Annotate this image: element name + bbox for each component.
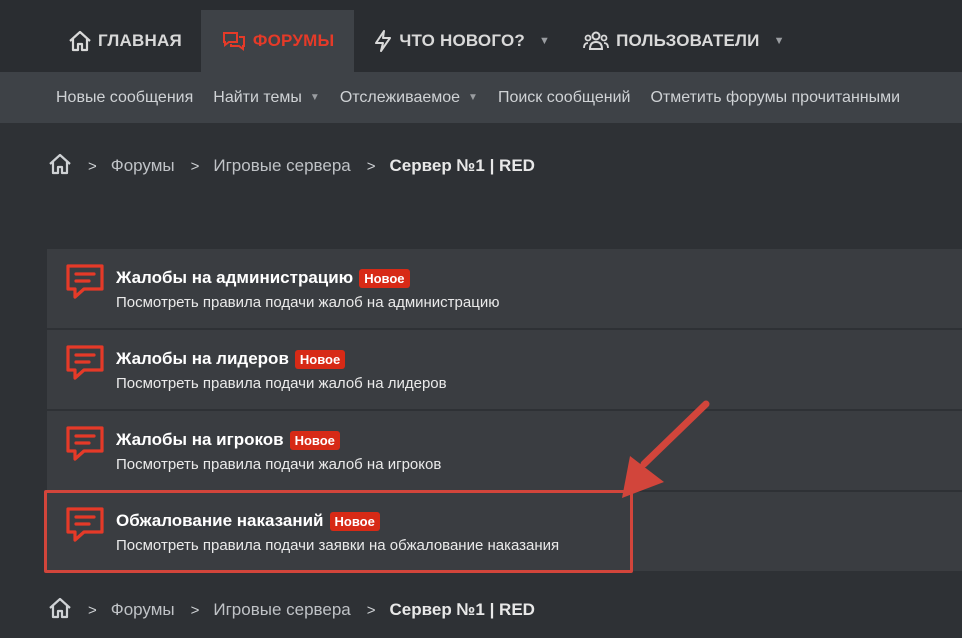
subnav-watched[interactable]: Отслеживаемое ▼ <box>340 89 478 107</box>
forum-row[interactable]: Жалобы на лидеров Новое Посмотреть правил… <box>47 330 962 411</box>
top-nav: ГЛАВНАЯ ФОРУМЫ ЧТО НОВОГО? ▼ ПОЛЬЗОВАТЕЛ… <box>0 0 962 72</box>
forum-title[interactable]: Жалобы на лидеров Новое <box>116 349 346 369</box>
forum-description[interactable]: Посмотреть правила подачи заявки на обжа… <box>116 537 559 554</box>
subnav-mark-read[interactable]: Отметить форумы прочитанными <box>650 89 900 107</box>
chevron-right-icon: > <box>366 157 376 175</box>
forum-title[interactable]: Жалобы на администрацию Новое <box>116 268 410 288</box>
chevron-down-icon[interactable]: ▼ <box>539 35 550 47</box>
home-icon[interactable] <box>48 153 72 180</box>
tab-home[interactable]: ГЛАВНАЯ <box>55 10 195 72</box>
new-badge: Новое <box>359 268 410 288</box>
chevron-down-icon[interactable]: ▼ <box>310 92 320 103</box>
tab-whats-new[interactable]: ЧТО НОВОГО? ▼ <box>360 10 563 72</box>
annotation-arrow-icon <box>622 400 710 498</box>
forum-description[interactable]: Посмотреть правила подачи жалоб на админ… <box>116 294 499 311</box>
forum-description[interactable]: Посмотреть правила подачи жалоб на игрок… <box>116 456 441 473</box>
sub-nav: Новые сообщения Найти темы ▼ Отслеживаемо… <box>0 72 962 123</box>
breadcrumb-bottom: > Форумы > Игровые сервера > Сервер №1 |… <box>48 597 535 624</box>
chevron-right-icon: > <box>190 601 200 619</box>
breadcrumb-game-servers[interactable]: Игровые сервера <box>213 156 350 176</box>
home-icon[interactable] <box>48 597 72 624</box>
home-icon <box>68 30 92 52</box>
bolt-icon <box>373 29 393 53</box>
breadcrumb-forums[interactable]: Форумы <box>111 156 175 176</box>
chevron-right-icon: > <box>190 157 200 175</box>
new-badge: Новое <box>294 349 346 369</box>
new-badge: Новое <box>329 511 380 531</box>
forum-row[interactable]: Жалобы на администрацию Новое Посмотреть … <box>47 249 962 330</box>
forum-chat-icon <box>65 344 105 387</box>
subnav-find-threads[interactable]: Найти темы ▼ <box>213 89 320 107</box>
subnav-search-messages[interactable]: Поиск сообщений <box>498 89 631 107</box>
breadcrumb-game-servers[interactable]: Игровые сервера <box>213 600 350 620</box>
users-icon <box>582 30 610 52</box>
new-badge: Новое <box>289 430 340 450</box>
chevron-down-icon[interactable]: ▼ <box>774 35 785 47</box>
tab-users[interactable]: ПОЛЬЗОВАТЕЛИ ▼ <box>569 10 798 72</box>
forum-row[interactable]: Жалобы на игроков Новое Посмотреть правил… <box>47 411 962 492</box>
forum-chat-icon <box>65 425 105 468</box>
breadcrumb-current[interactable]: Сервер №1 | RED <box>390 156 535 176</box>
forum-title[interactable]: Жалобы на игроков Новое <box>116 430 340 450</box>
forum-chat-icon <box>65 506 105 549</box>
breadcrumb-forums[interactable]: Форумы <box>111 600 175 620</box>
forum-row[interactable]: Обжалование наказаний Новое Посмотреть пр… <box>47 492 962 573</box>
chevron-right-icon: > <box>88 601 97 619</box>
comments-icon <box>221 30 247 52</box>
subnav-new-posts[interactable]: Новые сообщения <box>56 89 193 107</box>
breadcrumb-current[interactable]: Сервер №1 | RED <box>390 600 535 620</box>
chevron-right-icon: > <box>366 601 376 619</box>
chevron-down-icon[interactable]: ▼ <box>468 92 478 103</box>
chevron-right-icon: > <box>88 157 97 175</box>
forum-list: Жалобы на администрацию Новое Посмотреть … <box>47 249 962 573</box>
breadcrumb: > Форумы > Игровые сервера > Сервер №1 |… <box>48 153 535 180</box>
forum-description[interactable]: Посмотреть правила подачи жалоб на лидер… <box>116 375 447 392</box>
tab-whats-new-label: ЧТО НОВОГО? <box>399 31 525 50</box>
forum-chat-icon <box>65 263 105 306</box>
forum-title[interactable]: Обжалование наказаний Новое <box>116 511 380 531</box>
tab-users-label: ПОЛЬЗОВАТЕЛИ <box>616 31 760 50</box>
tab-forums-label: ФОРУМЫ <box>252 31 335 50</box>
tab-home-label: ГЛАВНАЯ <box>98 31 182 50</box>
tab-forums[interactable]: ФОРУМЫ <box>200 10 355 72</box>
